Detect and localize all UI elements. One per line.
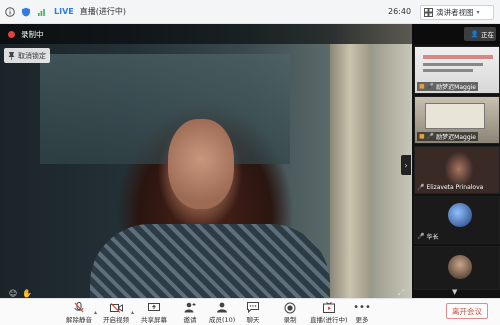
participant-name: 励梦迟Maggie [436, 134, 476, 141]
video-label: 开启视频 [103, 316, 129, 324]
participant-avatar [448, 203, 472, 227]
live-stream-icon [322, 301, 336, 314]
meeting-status-title: 直播(进行中) [79, 7, 126, 16]
participant-name: Elizaveta Prinalova [426, 184, 484, 191]
more-label: 更多 [355, 316, 369, 324]
user-avatar-icon: ■ [419, 133, 425, 140]
people-icon [215, 301, 229, 314]
recording-label: 录制中 [21, 29, 44, 39]
mic-icon: 🎤 [426, 83, 435, 90]
pin-icon [8, 51, 15, 60]
chevron-up-icon[interactable]: ▴ [131, 309, 134, 316]
presenter-chip[interactable]: 👤 正在 [464, 27, 496, 41]
signal-icon [36, 6, 48, 18]
chat-icon [246, 301, 260, 314]
participant-tile[interactable]: ■ 🎤 励梦迟Maggie [414, 96, 500, 144]
members-button[interactable]: 成员(10) [209, 301, 235, 324]
record-icon [283, 301, 297, 314]
participant-avatar [448, 255, 472, 279]
chevron-down-icon: ▾ [476, 9, 480, 16]
panel-header: 👤 正在 [412, 24, 500, 44]
view-mode-label: 演讲者视图 [436, 8, 474, 17]
recording-dot-icon [8, 30, 15, 38]
fullscreen-icon[interactable]: ⤢ [396, 288, 406, 298]
view-mode-button[interactable]: 演讲者视图 ▾ [420, 5, 494, 20]
mic-icon: 🎤 [417, 184, 425, 191]
live-stream-label: 直播(进行中) [310, 316, 348, 324]
mic-icon: 🎤 [426, 133, 435, 140]
participant-tile[interactable]: 🎤 华长 [414, 196, 500, 244]
user-avatar-icon: ■ [419, 83, 425, 90]
unpin-label: 取消锁定 [18, 51, 46, 60]
info-icon[interactable] [4, 6, 16, 18]
person-icon: 👤 [470, 30, 479, 38]
live-stream-button[interactable]: 直播(进行中) [310, 301, 348, 324]
hand-icon[interactable]: ✋ [22, 288, 32, 298]
share-screen-icon [147, 301, 161, 314]
more-icon: ••• [353, 302, 371, 313]
chevron-right-icon: › [404, 160, 408, 170]
more-button[interactable]: ••• 更多 [353, 301, 371, 324]
video-person-shirt [90, 224, 330, 298]
video-background-window [40, 54, 290, 164]
participant-tile[interactable]: ■ 🎤 励梦迟Maggie [414, 46, 500, 94]
video-off-icon [109, 301, 123, 314]
add-user-icon [183, 301, 197, 314]
participant-panel: 👤 正在 ■ 🎤 励梦迟Maggie ■ 🎤 励梦迟Maggie 🎤 Eliza… [412, 24, 500, 298]
mic-off-icon: 🎤 [417, 233, 425, 240]
chat-label: 聊天 [246, 316, 260, 324]
shield-icon[interactable] [20, 6, 32, 18]
chevron-up-icon[interactable]: ▴ [94, 309, 97, 316]
invite-button[interactable]: 邀请 [183, 301, 197, 324]
participant-name: 励梦迟Maggie [436, 84, 476, 91]
presenter-label: 正在 [481, 31, 494, 39]
record-button[interactable]: 录制 [283, 301, 297, 324]
members-label: 成员(10) [209, 316, 236, 324]
invite-label: 邀请 [183, 316, 197, 324]
video-person-face [168, 119, 234, 209]
grid-icon [424, 8, 433, 17]
chat-button[interactable]: 聊天 [246, 301, 260, 324]
speaker-video [0, 24, 412, 298]
emoji-icon[interactable]: ☺ [8, 288, 18, 298]
share-screen-label: 共享屏幕 [141, 316, 167, 324]
record-label: 录制 [283, 316, 297, 324]
mic-off-icon [72, 301, 86, 314]
unpin-button[interactable]: 取消锁定 [4, 48, 50, 63]
recording-banner: 录制中 [0, 24, 412, 44]
participant-tile[interactable]: 🎤 Elizaveta Prinalova [414, 146, 500, 194]
video-background-curtain [330, 44, 370, 298]
title-bar: LIVE 直播(进行中) 26:40 演讲者视图 ▾ [0, 0, 500, 24]
leave-meeting-button[interactable]: 离开会议 [446, 303, 488, 319]
meeting-timer: 26:40 [388, 7, 412, 16]
main-video-stage[interactable]: 录制中 取消锁定 ☺ ✋ ⤢ [0, 24, 412, 298]
scroll-down-icon[interactable]: ▼ [452, 288, 457, 296]
video-button[interactable]: 开启视频 [103, 301, 129, 324]
participant-tile[interactable] [414, 246, 500, 290]
participant-name: 华长 [426, 234, 439, 241]
live-label: LIVE [54, 7, 74, 16]
mute-label: 解除静音 [66, 316, 92, 324]
collapse-panel-button[interactable]: › [401, 155, 411, 175]
share-screen-button[interactable]: 共享屏幕 [141, 301, 167, 324]
leave-meeting-label: 离开会议 [452, 306, 482, 316]
mute-button[interactable]: 解除静音 [66, 301, 92, 324]
